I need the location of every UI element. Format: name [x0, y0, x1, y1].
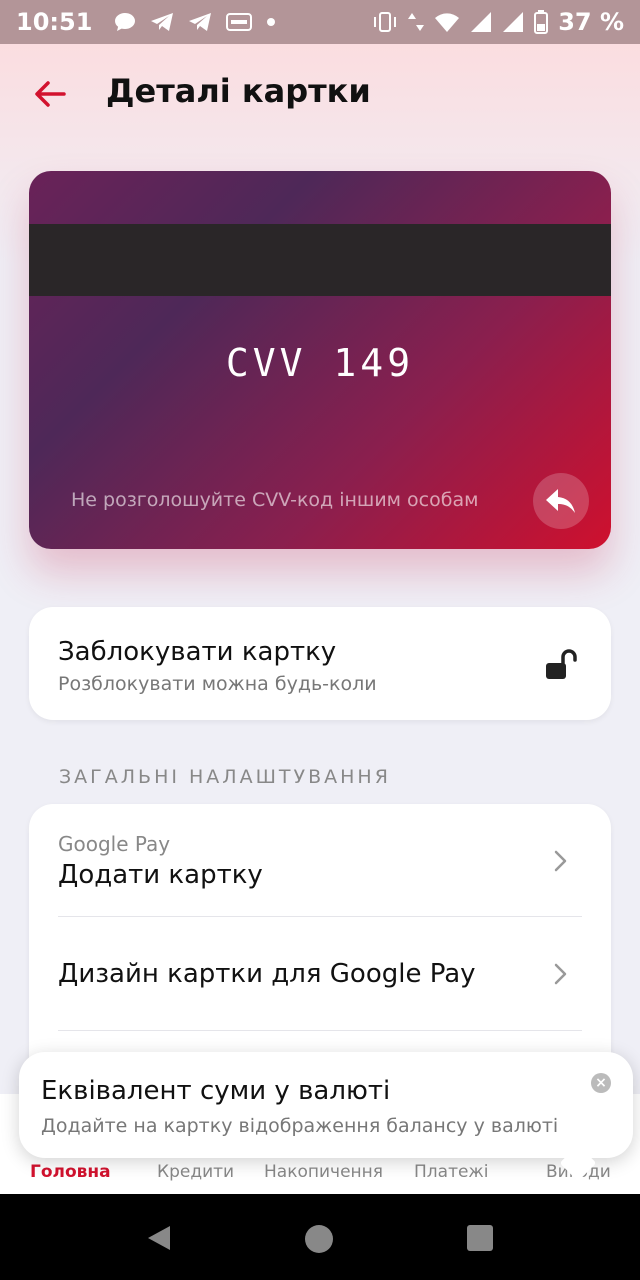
battery-icon — [534, 10, 549, 34]
row-title: Додати картку — [58, 860, 263, 890]
cvv-code: CVV 149 — [225, 341, 415, 385]
magnetic-stripe — [29, 224, 611, 296]
vibrate-icon — [374, 12, 397, 32]
divider — [58, 1030, 582, 1031]
flip-card-button[interactable] — [533, 473, 589, 529]
section-header: ЗАГАЛЬНІ НАЛАШТУВАННЯ — [59, 766, 391, 788]
tooltip-title: Еквівалент суми у валюті — [41, 1076, 391, 1106]
system-navigation-bar — [0, 1194, 640, 1280]
chevron-right-icon — [554, 850, 567, 872]
nav-tab-payments[interactable]: Платежі — [414, 1162, 488, 1182]
system-home-icon[interactable] — [304, 1224, 334, 1254]
block-card-row[interactable]: Заблокувати картку Розблокувати можна бу… — [29, 607, 611, 720]
nav-tab-savings[interactable]: Накопичення — [264, 1162, 383, 1182]
reply-arrow-icon — [546, 489, 575, 513]
data-icon — [408, 13, 425, 31]
unlock-icon — [546, 649, 577, 679]
temu-icon — [226, 13, 253, 31]
status-right: 37 % — [372, 8, 624, 36]
row-subtitle: Google Pay — [58, 832, 171, 856]
back-arrow-icon[interactable] — [30, 74, 70, 114]
battery-percent: 37 % — [558, 8, 624, 36]
telegram-icon — [189, 13, 212, 31]
chat-icon — [115, 13, 136, 31]
page-title: Деталі картки — [106, 72, 371, 110]
status-bar: 10:51 37 % — [0, 0, 640, 44]
system-back-icon[interactable] — [146, 1224, 172, 1252]
dot-icon — [267, 18, 276, 26]
row-title: Дизайн картки для Google Pay — [58, 959, 476, 989]
currency-equivalent-tooltip[interactable]: Еквівалент суми у валюті Додайте на карт… — [19, 1052, 633, 1182]
notification-icons — [114, 12, 276, 32]
tooltip-subtitle: Додайте на картку відображення балансу у… — [41, 1115, 559, 1137]
telegram-icon — [151, 13, 174, 31]
system-recents-icon[interactable] — [466, 1224, 494, 1252]
signal-icon — [503, 12, 524, 32]
status-time: 10:51 — [16, 8, 93, 36]
add-card-google-pay-row[interactable]: Google Pay Додати картку — [29, 804, 611, 917]
nav-tab-credits[interactable]: Кредити — [157, 1162, 234, 1182]
close-icon[interactable]: × — [591, 1073, 611, 1093]
bank-card-back: CVV 149 Не розголошуйте CVV-код іншим ос… — [29, 171, 611, 549]
cvv-warning: Не розголошуйте CVV-код іншим особам — [71, 489, 479, 511]
block-card-title: Заблокувати картку — [58, 637, 337, 667]
wifi-icon — [435, 13, 460, 32]
nav-tab-home[interactable]: Головна — [30, 1162, 111, 1182]
google-pay-design-row[interactable]: Дизайн картки для Google Pay — [29, 917, 611, 1031]
chevron-right-icon — [554, 963, 567, 985]
block-card-subtitle: Розблокувати можна будь-коли — [58, 673, 377, 695]
signal-icon — [471, 12, 492, 32]
top-app-bar: Деталі картки — [0, 44, 640, 144]
